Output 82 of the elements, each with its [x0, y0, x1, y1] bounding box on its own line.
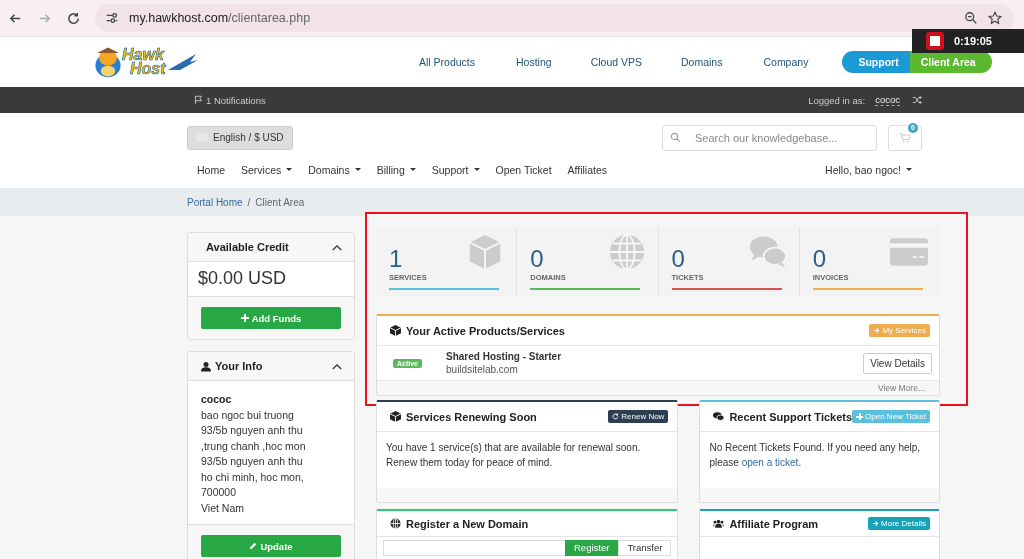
panel-title: Your Active Products/Services [390, 324, 565, 337]
reload-icon[interactable] [66, 10, 81, 26]
panel-title: Your Info [201, 360, 263, 372]
cube-icon [390, 411, 401, 422]
nav-link[interactable]: Cloud VPS [576, 56, 655, 68]
view-details-button[interactable]: View Details [863, 352, 932, 374]
flag-icon [194, 95, 203, 105]
caret-icon [906, 168, 912, 171]
refresh-icon [612, 413, 620, 420]
caret-icon [286, 168, 293, 171]
address-line: 93/5b nguyen anh thu [201, 423, 304, 438]
menu-item[interactable]: Services [241, 163, 293, 176]
wing-icon [167, 52, 198, 72]
globe-icon [390, 518, 401, 529]
shuffle-icon[interactable] [912, 95, 922, 105]
address-line: 93/5b nguyen anh thu [201, 454, 304, 469]
address-line: bao ngoc bui truong [201, 407, 295, 423]
address-line: ,trung chanh ,hoc mon [201, 438, 307, 454]
stat-count: 1 [389, 244, 403, 271]
panel-title: Register a New Domain [390, 517, 529, 530]
recording-time: 0:19:05 [954, 35, 992, 47]
notifications-link[interactable]: 1 Notifications [194, 94, 266, 106]
renew-now-button[interactable]: Renew Now [608, 410, 669, 423]
site-settings-icon[interactable] [105, 11, 119, 25]
domain-input[interactable] [383, 540, 565, 556]
caret-icon [473, 168, 480, 171]
address-line: Viet Nam [201, 500, 245, 516]
breadcrumb-separator: / [247, 196, 251, 208]
search-icon [670, 131, 681, 143]
search-field[interactable]: Search our knowledgebase... [662, 124, 877, 151]
stat-count: 0 [812, 244, 827, 271]
username-link[interactable]: cococ [875, 94, 900, 106]
star-icon[interactable] [988, 11, 1002, 25]
address-bar[interactable]: my.hawkhost.com/clientarea.php [95, 4, 1014, 32]
zoom-icon[interactable] [964, 11, 978, 25]
plus-icon [856, 413, 864, 420]
logged-in-label: Logged in as: [808, 94, 866, 106]
address-line: ho chi minh, hoc mon, [201, 469, 305, 485]
domain-tab[interactable]: Transfer [618, 540, 672, 556]
menu-item[interactable]: Affiliates [567, 163, 608, 176]
stop-button[interactable] [926, 32, 944, 50]
current-page-label: Client Area [255, 196, 305, 208]
user-icon [201, 360, 211, 372]
menu-item[interactable]: Home [197, 163, 225, 176]
user-menu[interactable]: Hello, bao ngoc! [825, 163, 912, 176]
nav-link[interactable]: Domains [667, 56, 736, 68]
users-icon [713, 518, 725, 529]
caret-icon [409, 168, 416, 171]
panel-title: Affiliate Program [713, 517, 819, 530]
menu-item[interactable]: Billing [376, 163, 416, 176]
chat-icon [713, 411, 725, 422]
nav-link[interactable]: All Products [405, 56, 489, 68]
menu-item[interactable]: Open Ticket [495, 163, 552, 176]
account-name: cococ [201, 392, 233, 407]
url-text: my.hawkhost.com/clientarea.php [129, 11, 311, 25]
arrow-icon [873, 327, 881, 334]
plus-icon [240, 314, 249, 322]
stat-count: 0 [671, 244, 685, 271]
panel-title: Available Credit [206, 241, 289, 253]
cart-icon [899, 131, 911, 144]
panel-text: No Recent Tickets Found. If you need any help, please open a ticket. [709, 441, 922, 470]
product-domain: buildsitelab.com [446, 364, 519, 375]
nav-link[interactable]: Hosting [502, 56, 565, 68]
language-button[interactable]: English / $ USD [187, 125, 293, 150]
cube-icon [390, 325, 401, 336]
product-name: Shared Hosting - Starter [446, 351, 563, 362]
stat-count: 0 [530, 244, 544, 271]
nav-link[interactable]: Company [749, 56, 822, 68]
collapse-icon[interactable] [332, 362, 342, 370]
collapse-icon[interactable] [332, 243, 342, 251]
arrow-icon [872, 520, 880, 527]
menu-item[interactable]: Domains [308, 163, 361, 176]
breadcrumb-link[interactable]: Portal Home [187, 196, 243, 208]
address-line: 700000 [201, 485, 238, 500]
caret-icon [354, 168, 361, 171]
pencil-icon [249, 542, 258, 550]
panel-title: Recent Support Tickets [713, 410, 853, 423]
view-more-link[interactable]: View More... [877, 383, 925, 393]
globe-icon [607, 233, 646, 271]
menu-item[interactable]: Support [431, 163, 480, 176]
panel-title: Services Renewing Soon [390, 410, 537, 423]
panel-text: You have 1 service(s) that are available for renewal soon. Renew them today for peace of mind. [386, 441, 642, 470]
